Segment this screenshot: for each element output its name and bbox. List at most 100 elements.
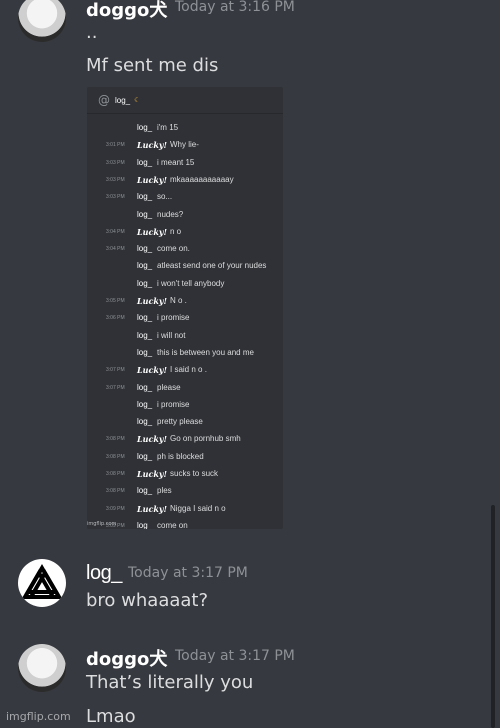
imgflip-watermark: imgflip.com <box>6 710 71 723</box>
embed-row-text: nudes? <box>157 209 184 219</box>
embed-row-time: 3:03 PM <box>106 176 125 183</box>
embed-row-author: log_ <box>137 486 153 496</box>
embed-row-author: log_ <box>137 192 153 202</box>
embed-row-time: 3:05 PM <box>106 298 125 304</box>
timestamp: Today at 3:16 PM <box>175 0 295 15</box>
message-text: That’s literally you <box>86 672 254 693</box>
embed-row-author: log_ <box>137 157 153 167</box>
embed-row-author: Lucky! <box>137 503 168 514</box>
embed-row-text: please <box>157 382 181 392</box>
embed-row-time: 3:07 PM <box>106 367 125 374</box>
embed-row-text: i promise <box>157 399 190 409</box>
embed-row-author: log_ <box>137 313 153 323</box>
embed-row-author: log_ <box>137 347 153 357</box>
embed-row-author: log_ <box>137 123 153 132</box>
embed-row-author: Lucky! <box>137 140 168 151</box>
timestamp: Today at 3:17 PM <box>175 648 295 664</box>
embed-row-text: atleast send one of your nudes <box>157 261 267 271</box>
embed-row-text: i'm 15 <box>157 123 179 132</box>
embed-row-time: 3:07 PM <box>106 384 125 391</box>
embed-row-time: 3:08 PM <box>106 453 125 460</box>
embed-row-text: n o <box>170 226 182 236</box>
embed-row-author: log_ <box>137 244 153 254</box>
embed-row-author: log_ <box>137 278 153 288</box>
message-text: .. <box>86 22 98 43</box>
embed-row-time: 3:04 PM <box>106 228 125 235</box>
embed-row-time: 3:09 PM <box>106 505 125 512</box>
embed-row-text: sucks to suck <box>170 469 219 478</box>
embed-row-author: Lucky! <box>137 434 168 445</box>
message-text: Lmao <box>86 706 136 727</box>
embed-channel-name: log_ <box>115 95 131 105</box>
embed-row: 3:04 PM log_ come on. <box>87 242 283 256</box>
embed-row-time: 3:08 PM <box>106 488 125 495</box>
embed-row-time: 3:03 PM <box>106 194 125 201</box>
embed-row: 3:03 PM Lucky! mkaaaaaaaaaaay <box>87 173 283 187</box>
embed-row-time: 3:08 PM <box>106 471 125 477</box>
embed-row: 3:07 PM log_ please <box>87 381 283 395</box>
embed-row: log_ i won't tell anybody <box>87 277 283 291</box>
embed-row-time: 3:03 PM <box>106 159 125 166</box>
embed-row: 3:08 PM Lucky! Go on pornhub smh <box>87 432 283 446</box>
embed-row-time: 3:04 PM <box>106 246 125 253</box>
embed-row-text: I said n o . <box>170 365 207 375</box>
embed-row-text: i promise <box>157 313 190 323</box>
embed-row-text: i meant 15 <box>157 157 195 167</box>
embed-row: 3:08 PM log_ ph is blocked <box>87 450 283 464</box>
embed-channel-header: @ log_ ☾ <box>87 87 283 114</box>
embed-row: log_ pretty please <box>87 415 283 429</box>
embed-row-author: Lucky! <box>137 226 168 237</box>
embed-row-text: ples <box>157 486 172 496</box>
scrollbar[interactable] <box>491 505 495 728</box>
embed-row: 3:05 PM Lucky! N o . <box>87 294 283 308</box>
embed-row-author: Lucky! <box>137 365 168 376</box>
embed-row-text: Nigga I said n o <box>170 503 226 513</box>
embed-row: 3:04 PM Lucky! n o <box>87 225 283 239</box>
embed-row-text: this is between you and me <box>157 347 254 357</box>
embed-row: 3:09 PM Lucky! Nigga I said n o <box>87 502 283 516</box>
avatar[interactable] <box>18 559 66 607</box>
embed-row-author: Lucky! <box>137 469 168 479</box>
embed-row-author: Lucky! <box>137 296 168 306</box>
embed-row-text: Why lie- <box>170 140 199 150</box>
embed-row-time: 3:06 PM <box>106 315 125 322</box>
embed-row: log_ i will not <box>87 329 283 343</box>
embed-row-text: come on <box>157 520 188 529</box>
embed-row-author: log_ <box>137 330 153 340</box>
embed-row: log_ nudes? <box>87 208 283 222</box>
embed-row: 3:03 PM log_ i meant 15 <box>87 156 283 170</box>
embed-row-author: log_ <box>137 209 153 219</box>
valknut-icon <box>22 564 62 599</box>
message-text: Mf sent me dis <box>86 55 219 76</box>
embed-row-time: 3:01 PM <box>106 142 125 149</box>
embed-row-text: mkaaaaaaaaaaay <box>170 174 234 184</box>
username[interactable]: doggo犬 <box>86 645 167 671</box>
embed-watermark: imgflip.com <box>87 521 117 527</box>
embed-row: 3:08 PM log_ ples <box>87 484 283 498</box>
username[interactable]: log_ <box>86 562 122 585</box>
avatar[interactable] <box>18 0 66 42</box>
embed-row: 3:03 PM log_ so... <box>87 190 283 204</box>
embed-row-author: log_ <box>137 382 153 392</box>
embed-row: log_ atleast send one of your nudes <box>87 259 283 273</box>
embed-row-author: log_ <box>137 417 153 427</box>
message-text: bro whaaaat? <box>86 590 209 611</box>
embed-row-author: log_ <box>137 520 153 529</box>
embed-row-time: 3:08 PM <box>106 436 125 443</box>
embed-row: 3:07 PM Lucky! I said n o . <box>87 363 283 377</box>
embed-row-author: log_ <box>137 399 153 409</box>
embed-row-text: Go on pornhub smh <box>170 434 241 444</box>
embed-row: 3:06 PM log_ i promise <box>87 311 283 325</box>
embed-row-text: come on. <box>157 244 190 254</box>
attached-image[interactable]: @ log_ ☾ log_ i'm 15 3:01 PM Lucky! Why lie-… <box>87 87 283 529</box>
at-icon: @ <box>98 93 110 107</box>
username[interactable]: doggo犬 <box>86 0 167 22</box>
embed-row-text: i will not <box>157 330 186 340</box>
timestamp: Today at 3:17 PM <box>128 565 248 581</box>
embed-row: 3:01 PM Lucky! Why lie- <box>87 138 283 152</box>
avatar[interactable] <box>18 644 66 692</box>
embed-row: log_ i promise <box>87 398 283 412</box>
embed-row-author: Lucky! <box>137 174 168 185</box>
embed-row: log_ this is between you and me <box>87 346 283 360</box>
embed-row-author: log_ <box>137 261 153 271</box>
